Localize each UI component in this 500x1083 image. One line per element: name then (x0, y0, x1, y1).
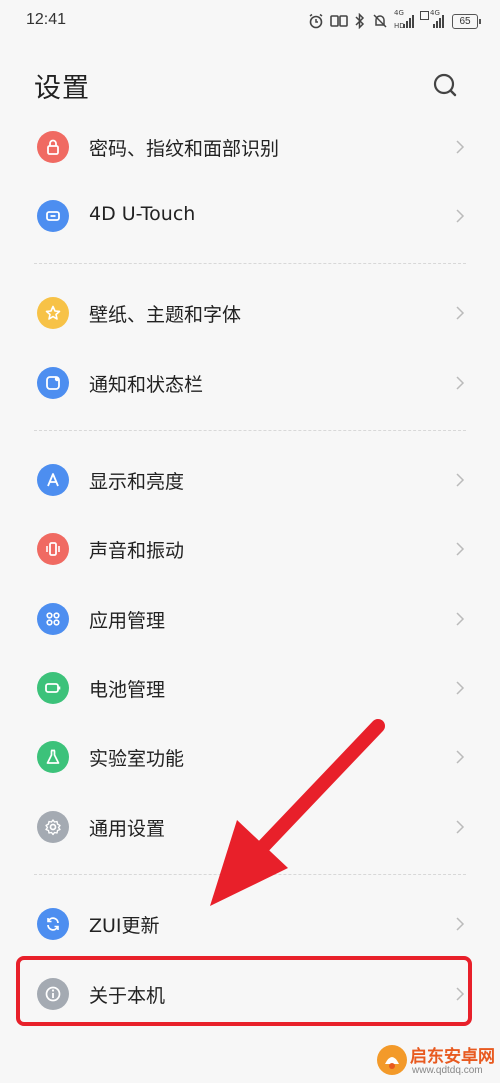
signal-1: 4G HD (394, 9, 414, 30)
star-icon (37, 297, 69, 329)
chevron-right-icon (455, 472, 465, 488)
search-icon[interactable] (430, 70, 460, 100)
settings-item[interactable]: 电池管理 (0, 653, 500, 723)
sim-icon (420, 11, 429, 20)
chevron-right-icon (455, 208, 465, 224)
bluetooth-icon (355, 13, 365, 29)
flask-icon (37, 741, 69, 773)
settings-item-label: 密码、指纹和面部识别 (89, 138, 280, 160)
settings-item[interactable]: 通知和状态栏 (0, 348, 500, 418)
settings-item[interactable]: 4D U-Touch (0, 181, 500, 251)
chevron-right-icon (455, 819, 465, 835)
chevron-right-icon (455, 611, 465, 627)
settings-item[interactable]: 壁纸、主题和字体 (0, 278, 500, 348)
signal-icon (433, 15, 444, 28)
vibration-icon (37, 533, 69, 565)
settings-item-label: 通知和状态栏 (89, 374, 204, 396)
watermark-text: 启东安卓网 (410, 1047, 495, 1067)
settings-item[interactable]: 实验室功能 (0, 722, 500, 792)
chevron-right-icon (455, 139, 465, 155)
settings-item-label: 通用设置 (89, 818, 166, 840)
vibrate-icon (330, 15, 348, 27)
chevron-right-icon (455, 680, 465, 696)
settings-item[interactable]: 通用设置 (0, 792, 500, 862)
signal-2: 4G (420, 9, 446, 29)
watermark-url: www.qdtdq.com (412, 1065, 483, 1076)
status-time: 12:41 (26, 11, 67, 28)
touch-icon (37, 200, 69, 232)
signal-icon (403, 15, 414, 28)
settings-item[interactable]: 声音和振动 (0, 514, 500, 584)
settings-item[interactable]: 显示和亮度 (0, 445, 500, 515)
divider (34, 430, 466, 431)
notification-icon (37, 367, 69, 399)
divider (34, 874, 466, 875)
chevron-right-icon (455, 375, 465, 391)
watermark: 启东安卓网 www.qdtdq.com (376, 1040, 500, 1082)
page-title: 设置 (34, 73, 90, 104)
status-icons: 4G HD 4G 65 (308, 9, 481, 32)
settings-item-label: 壁纸、主题和字体 (89, 304, 242, 326)
highlight-box (16, 956, 472, 1026)
settings-item[interactable]: ZUI更新 (0, 889, 500, 959)
divider (34, 263, 466, 264)
lock-icon (37, 131, 69, 163)
mute-icon (373, 14, 387, 28)
display-icon (37, 464, 69, 496)
settings-item-label: ZUI更新 (89, 915, 160, 937)
apps-icon (37, 603, 69, 635)
settings-item[interactable]: 密码、指纹和面部识别 (0, 112, 500, 182)
gear-icon (37, 811, 69, 843)
chevron-right-icon (455, 541, 465, 557)
status-bar: 12:41 4G HD 4G 65 (0, 0, 500, 42)
settings-item-label: 声音和振动 (89, 540, 185, 562)
chevron-right-icon (455, 305, 465, 321)
watermark-logo-icon (377, 1045, 407, 1075)
update-icon (37, 908, 69, 940)
battery-indicator: 65 (452, 13, 481, 29)
alarm-icon (309, 13, 323, 29)
battery-icon (37, 672, 69, 704)
settings-item-label: 显示和亮度 (89, 471, 185, 493)
chevron-right-icon (455, 916, 465, 932)
settings-item-label: 电池管理 (89, 679, 166, 701)
chevron-right-icon (455, 749, 465, 765)
settings-item-label: 实验室功能 (89, 748, 185, 770)
settings-item-label: 应用管理 (89, 610, 166, 632)
settings-item[interactable]: 应用管理 (0, 584, 500, 654)
settings-item-label: 4D U-Touch (89, 203, 196, 225)
